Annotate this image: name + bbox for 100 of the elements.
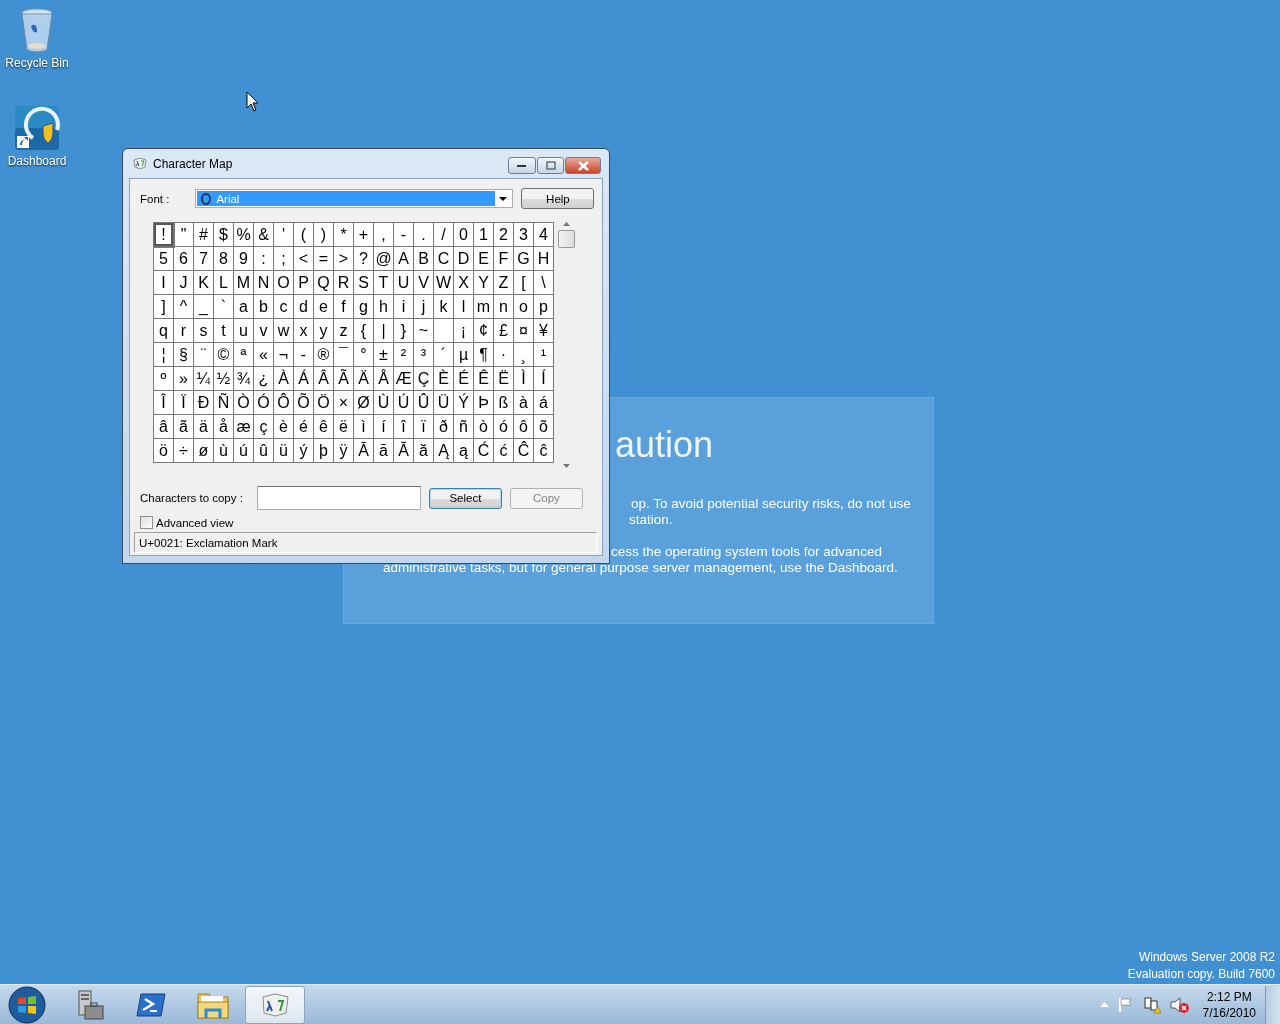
character-cell[interactable]: Ý [454, 391, 474, 415]
character-cell[interactable]: Z [494, 271, 514, 295]
character-cell[interactable]: f [334, 295, 354, 319]
terminal-icon[interactable] [136, 991, 166, 1018]
character-cell[interactable]: n [494, 295, 514, 319]
character-cell[interactable]: k [434, 295, 454, 319]
character-cell[interactable]: ` [214, 295, 234, 319]
character-cell[interactable]: © [214, 343, 234, 367]
character-cell[interactable]: É [454, 367, 474, 391]
character-cell[interactable]: m [474, 295, 494, 319]
character-cell[interactable]: C [434, 247, 454, 271]
character-cell[interactable]: ă [414, 439, 434, 463]
character-cell[interactable]: á [534, 391, 554, 415]
maximize-button[interactable] [537, 157, 564, 174]
character-cell[interactable]: Õ [294, 391, 314, 415]
character-cell[interactable]: Ä [354, 367, 374, 391]
character-cell[interactable]: \ [534, 271, 554, 295]
character-cell[interactable]: È [434, 367, 454, 391]
character-cell[interactable]: ã [174, 415, 194, 439]
character-cell[interactable]: z [334, 319, 354, 343]
character-cell[interactable]: à [514, 391, 534, 415]
close-button[interactable] [565, 157, 601, 174]
character-cell[interactable]: u [234, 319, 254, 343]
character-cell[interactable]: ü [274, 439, 294, 463]
character-cell[interactable]: ñ [454, 415, 474, 439]
character-cell[interactable]: ( [294, 223, 314, 247]
character-cell[interactable]: À [274, 367, 294, 391]
character-cell[interactable]: Ù [374, 391, 394, 415]
character-cell[interactable]: í [374, 415, 394, 439]
character-cell[interactable] [434, 319, 454, 343]
character-cell[interactable]: Á [294, 367, 314, 391]
character-cell[interactable]: º [154, 367, 174, 391]
character-cell[interactable]: s [194, 319, 214, 343]
network-warning-icon[interactable] [1142, 995, 1161, 1014]
character-cell[interactable]: Y [474, 271, 494, 295]
character-cell[interactable]: h [374, 295, 394, 319]
show-desktop-button[interactable] [1265, 985, 1280, 1024]
character-cell[interactable]: Â [314, 367, 334, 391]
character-cell[interactable]: Ć [474, 439, 494, 463]
character-cell[interactable]: S [354, 271, 374, 295]
character-cell[interactable]: ĉ [534, 439, 554, 463]
character-cell[interactable]: - [394, 223, 414, 247]
select-button[interactable]: Select [428, 487, 502, 509]
character-cell[interactable]: ý [294, 439, 314, 463]
character-cell[interactable]: 7 [194, 247, 214, 271]
character-cell[interactable]: Ò [234, 391, 254, 415]
character-cell[interactable]: è [274, 415, 294, 439]
character-cell[interactable]: « [254, 343, 274, 367]
character-cell[interactable]: Ø [354, 391, 374, 415]
character-cell[interactable]: ø [194, 439, 214, 463]
character-cell[interactable]: î [394, 415, 414, 439]
character-cell[interactable]: < [294, 247, 314, 271]
character-cell[interactable]: ß [494, 391, 514, 415]
character-cell[interactable]: 3 [514, 223, 534, 247]
character-cell[interactable]: g [354, 295, 374, 319]
character-cell[interactable]: ¡ [454, 319, 474, 343]
character-cell[interactable]: o [514, 295, 534, 319]
character-cell[interactable]: = [314, 247, 334, 271]
character-cell[interactable]: J [174, 271, 194, 295]
character-cell[interactable]: · [494, 343, 514, 367]
character-cell[interactable]: B [414, 247, 434, 271]
character-cell[interactable]: ´ [434, 343, 454, 367]
character-cell[interactable]: ¸ [514, 343, 534, 367]
character-cell[interactable]: ® [314, 343, 334, 367]
character-cell[interactable]: ½ [214, 367, 234, 391]
character-cell[interactable]: ć [494, 439, 514, 463]
character-cell[interactable]: ç [254, 415, 274, 439]
character-cell[interactable]: ¦ [154, 343, 174, 367]
character-cell[interactable]: G [514, 247, 534, 271]
character-cell[interactable]: ò [474, 415, 494, 439]
character-cell[interactable]: ð [434, 415, 454, 439]
taskbar-button[interactable] [245, 985, 305, 1024]
character-cell[interactable]: ÿ [334, 439, 354, 463]
character-cell[interactable]: ± [374, 343, 394, 367]
character-cell[interactable]: þ [314, 439, 334, 463]
advanced-view-checkbox[interactable] [140, 516, 153, 529]
start-button[interactable] [5, 985, 49, 1024]
character-cell[interactable]: ~ [414, 319, 434, 343]
character-cell[interactable]: + [354, 223, 374, 247]
character-cell[interactable]: Ă [394, 439, 414, 463]
character-cell[interactable]: õ [534, 415, 554, 439]
character-cell[interactable]: L [214, 271, 234, 295]
character-cell[interactable]: K [194, 271, 214, 295]
character-cell[interactable]: × [334, 391, 354, 415]
character-cell[interactable]: v [254, 319, 274, 343]
character-cell[interactable]: ą [454, 439, 474, 463]
character-cell[interactable]: Í [534, 367, 554, 391]
character-cell[interactable]: ¶ [474, 343, 494, 367]
character-cell[interactable]: W [434, 271, 454, 295]
character-cell[interactable]: Ê [474, 367, 494, 391]
character-cell[interactable]: N [254, 271, 274, 295]
character-cell[interactable]: ) [314, 223, 334, 247]
clock[interactable]: 2:12 PM 7/16/2010 [1202, 988, 1256, 1021]
character-cell[interactable]: q [154, 319, 174, 343]
speaker-muted-icon[interactable] [1169, 995, 1190, 1014]
character-cell[interactable]: ó [494, 415, 514, 439]
character-cell[interactable]: O [274, 271, 294, 295]
character-cell[interactable]: D [454, 247, 474, 271]
character-cell[interactable]: ¤ [514, 319, 534, 343]
character-cell[interactable]: j [414, 295, 434, 319]
